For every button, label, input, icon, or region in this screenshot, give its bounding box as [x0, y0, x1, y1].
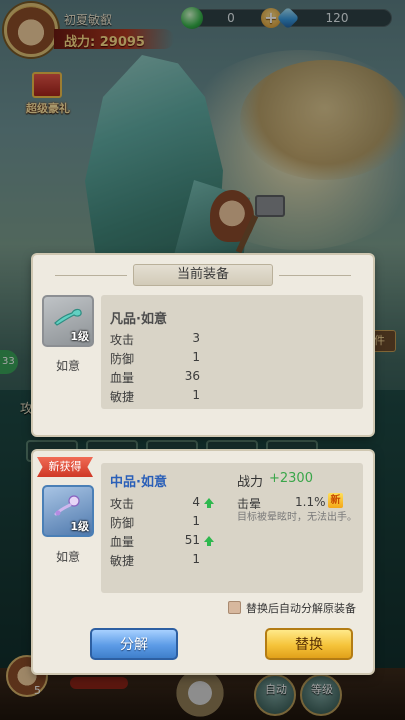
current-item-level: 1级 [70, 330, 89, 343]
title-divider-left [55, 275, 127, 276]
stat-label: 敏捷 [110, 390, 135, 404]
current-item-name: 如意 [55, 359, 80, 373]
new-equip-name: 中品·如意 [110, 475, 167, 490]
decompose-button[interactable]: 分解 [90, 628, 178, 660]
new-item-level: 1级 [70, 520, 89, 533]
title-divider-right [279, 275, 351, 276]
stat-label: 攻击 [110, 497, 135, 511]
power-label: 战力 [237, 475, 264, 490]
stat-value: 3 [192, 331, 200, 345]
stat-label: 血量 [110, 535, 135, 549]
stat-label: 血量 [110, 371, 135, 385]
power-change: +2300 [269, 471, 313, 486]
stat-label: 攻击 [110, 333, 135, 347]
stat-value: 1 [192, 552, 200, 566]
skill-name: 击晕 [237, 497, 262, 511]
skill-description: 目标被晕眩时，无法出手。 [237, 512, 357, 523]
stat-value: 1 [192, 514, 200, 528]
replace-button[interactable]: 替换 [265, 628, 353, 660]
stat-value: 51 [184, 533, 200, 547]
ruyi-scepter-icon [54, 495, 80, 516]
new-equipment-panel: 新获得 1级 如意 中品·如意 攻击 4 防御 1 血量 51 敏捷 1 战力 … [33, 451, 373, 673]
stat-value: 1 [192, 350, 200, 364]
stat-up-arrow-icon [204, 536, 214, 546]
skill-value: 1.1% [295, 495, 326, 509]
skill-new-tag: 新 [328, 493, 343, 508]
new-item-name: 如意 [55, 550, 80, 564]
new-item-slot[interactable]: 1级 [42, 485, 94, 537]
current-equipment-title: 当前装备 [133, 264, 273, 286]
ruyi-scepter-icon [54, 308, 82, 326]
stat-label: 敏捷 [110, 554, 135, 568]
stat-value: 1 [192, 388, 200, 402]
current-item-slot[interactable]: 1级 [42, 295, 94, 347]
current-equipment-panel: 当前装备 1级 如意 凡品·如意 攻击 3 防御 1 血量 36 敏捷 1 [33, 255, 373, 435]
stat-value: 36 [184, 369, 200, 383]
stat-label: 防御 [110, 516, 135, 530]
auto-decompose-label[interactable]: 替换后自动分解原装备 [246, 600, 356, 616]
auto-decompose-checkbox[interactable] [228, 601, 241, 614]
stat-value: 4 [192, 495, 200, 509]
new-acquired-badge: 新获得 [37, 457, 93, 477]
current-equip-name: 凡品·如意 [110, 312, 167, 327]
stat-up-arrow-icon [204, 498, 214, 508]
stat-label: 防御 [110, 352, 135, 366]
